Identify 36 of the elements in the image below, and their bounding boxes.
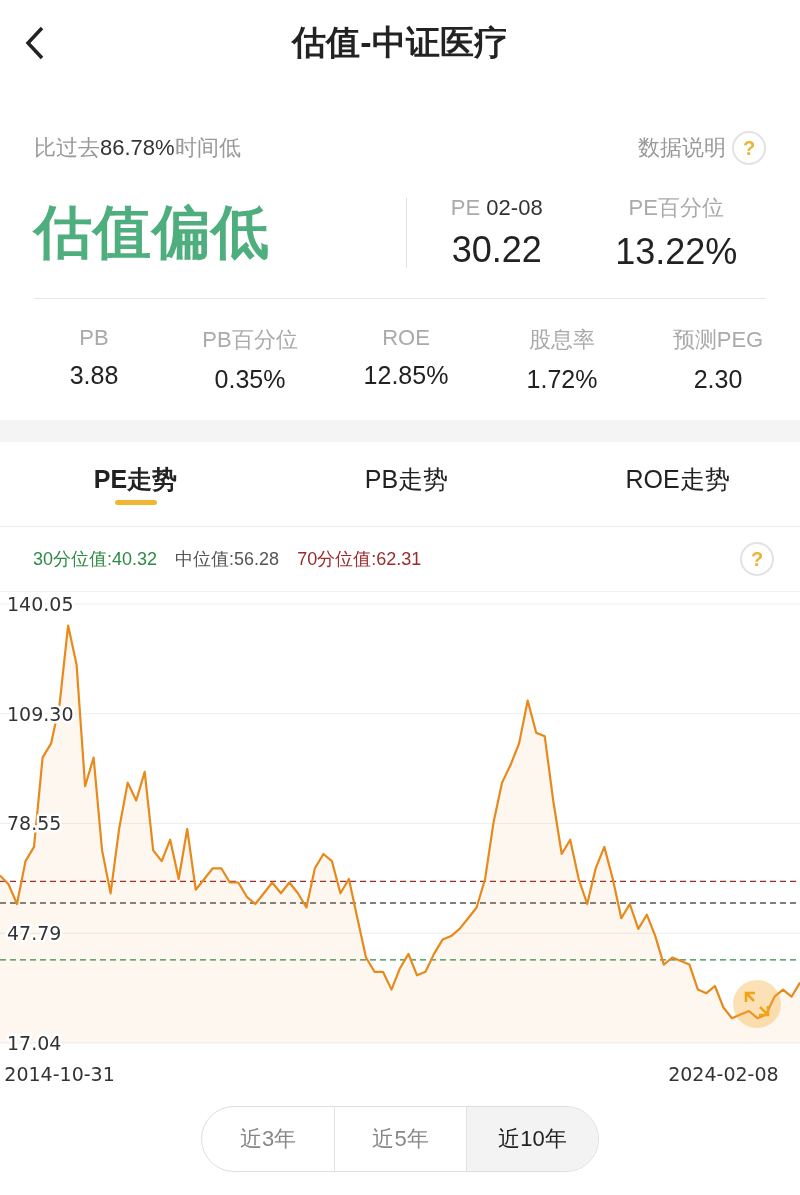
x-tick-label: 2024-02-08 — [668, 1063, 779, 1085]
y-tick-label: 140.05 — [7, 593, 74, 615]
metric-label: 股息率 — [529, 326, 595, 354]
metric-value: 0.35% — [214, 365, 286, 394]
legend-label: 中位值:56.28 — [175, 548, 280, 571]
metric-value: 3.88 — [69, 361, 119, 390]
chart-tab[interactable]: ROE走势 — [542, 444, 800, 514]
stat-label: PE 02-08 — [450, 195, 543, 221]
range-option[interactable]: 近10年 — [466, 1107, 598, 1171]
help-button[interactable]: ? — [740, 542, 774, 576]
tab-underline — [114, 500, 157, 505]
legend-label: 30分位值:40.32 — [33, 548, 158, 571]
summary-text: 比过去86.78%时间低 — [34, 134, 241, 162]
metric-value: 2.30 — [693, 365, 743, 394]
range-option[interactable]: 近3年 — [202, 1107, 334, 1171]
data-help-link[interactable]: 数据说明 — [638, 133, 726, 163]
stat-label: PE百分位 — [628, 194, 724, 222]
expand-icon — [743, 990, 771, 1018]
y-tick-label: 47.79 — [7, 922, 62, 945]
metric-label: PB百分位 — [202, 326, 298, 354]
page-title: 估值-中证医疗 — [292, 22, 508, 63]
valuation-verdict: 估值偏低 — [34, 198, 271, 266]
y-tick-label: 17.04 — [7, 1032, 62, 1054]
chart-tab[interactable]: PE走势 — [0, 444, 271, 514]
metric-label: PB — [79, 325, 109, 351]
legend-label: 70分位值:62.31 — [297, 548, 422, 571]
chart-tab[interactable]: PB走势 — [271, 444, 542, 514]
stat-value: 30.22 — [451, 229, 542, 271]
metric-label: ROE — [382, 325, 430, 351]
metric-value: 12.85% — [363, 361, 449, 390]
x-tick-label: 2014-10-31 — [4, 1063, 115, 1085]
help-button[interactable]: ? — [732, 131, 766, 165]
metric-value: 1.72% — [526, 365, 598, 394]
metric-label: 预测PEG — [672, 326, 764, 354]
back-icon[interactable] — [24, 26, 46, 60]
stat-value: 13.22% — [615, 231, 738, 273]
